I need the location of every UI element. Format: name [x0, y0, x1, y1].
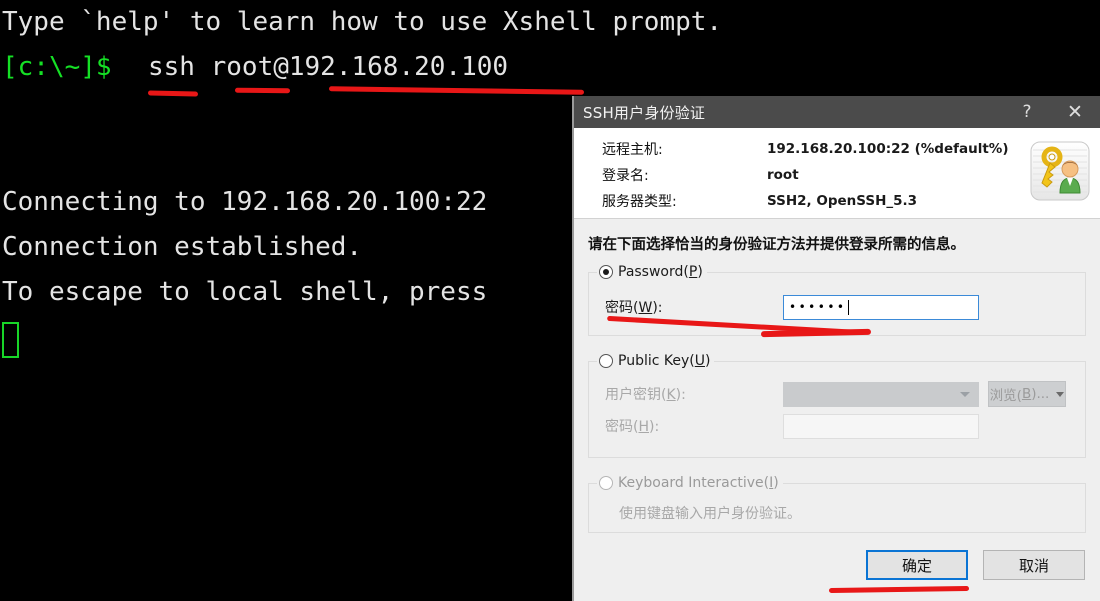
info-label-host: 远程主机:: [602, 142, 663, 158]
keyboard-interactive-description: 使用键盘输入用户身份验证。: [619, 506, 801, 522]
ssh-auth-dialog: SSH用户身份验证 ? ✕ 远程主机: 192.168.20.100:22 (%…: [573, 96, 1100, 601]
password-field-label: 密码(W):: [605, 297, 783, 317]
annotation-password-arrow-head: [760, 328, 872, 338]
keypassword-field-label: 密码(H):: [605, 416, 783, 436]
publickey-radio-label-prefix: Public Key(: [618, 353, 695, 369]
keyboard-radio-label-suffix: ): [773, 475, 779, 491]
password-label-prefix: 密码(: [605, 300, 639, 316]
dialog-button-bar: 确定 取消: [574, 534, 1100, 601]
password-groupbox: Password(P) 密码(W): ••••••: [588, 262, 1086, 338]
userkey-field-label: 用户密钥(K):: [605, 384, 783, 404]
keypassword-field-row: 密码(H):: [589, 410, 1085, 442]
password-radio[interactable]: Password(P): [597, 262, 707, 282]
annotation-underline-ssh: [147, 90, 199, 97]
publickey-radio-indicator: [599, 354, 613, 368]
info-row-host: 远程主机: 192.168.20.100:22 (%default%): [574, 136, 1100, 162]
dialog-body: 请在下面选择恰当的身份验证方法并提供登录所需的信息。 Password(P) 密…: [574, 219, 1100, 601]
publickey-groupbox: Public Key(U) 用户密钥(K): 浏览(B)... 密码(H):: [588, 351, 1086, 458]
userkey-field-row: 用户密钥(K): 浏览(B)...: [589, 378, 1085, 410]
keyboard-interactive-radio[interactable]: Keyboard Interactive(I): [597, 473, 783, 493]
password-radio-label-prefix: Password(: [618, 264, 689, 280]
info-row-servertype: 服务器类型: SSH2, OpenSSH_5.3: [574, 188, 1100, 214]
browse-label-prefix: 浏览(: [989, 388, 1022, 404]
connection-info-panel: 远程主机: 192.168.20.100:22 (%default%) 登录名:…: [574, 128, 1100, 218]
keyboard-interactive-radio-indicator: [599, 476, 613, 490]
keyboard-radio-label-prefix: Keyboard Interactive(: [618, 475, 770, 491]
help-icon[interactable]: ?: [1004, 96, 1050, 128]
terminal-prompt: [c:\~]$: [2, 52, 112, 82]
keypassword-label-suffix: ):: [649, 419, 660, 435]
dialog-titlebar[interactable]: SSH用户身份验证 ? ✕: [574, 96, 1100, 128]
browse-label-suffix: )...: [1031, 386, 1050, 402]
browse-dropdown-arrow-icon[interactable]: [1056, 391, 1065, 397]
info-value-host: 192.168.20.100:22 (%default%): [767, 141, 1009, 157]
publickey-radio[interactable]: Public Key(U): [597, 351, 715, 371]
screen: Type `help' to learn how to use Xshell p…: [0, 0, 1100, 601]
dialog-title: SSH用户身份验证: [583, 103, 706, 122]
terminal-line-connecting: Connecting to 192.168.20.100:22: [2, 187, 488, 217]
terminal-line-help: Type `help' to learn how to use Xshell p…: [2, 7, 723, 37]
chevron-down-icon: [960, 391, 970, 397]
publickey-radio-accesskey: U: [694, 353, 705, 369]
info-row-username: 登录名: root: [574, 162, 1100, 188]
terminal-cursor: [2, 322, 19, 358]
key-user-icon: [1030, 141, 1090, 201]
password-radio-accesskey: P: [688, 264, 698, 280]
password-masked-value: ••••••: [789, 300, 847, 314]
browse-accesskey: B: [1021, 386, 1032, 402]
userkey-label-accesskey: K: [666, 387, 676, 403]
cancel-button[interactable]: 取消: [983, 550, 1085, 580]
ok-button[interactable]: 确定: [866, 550, 968, 580]
terminal-line-escape: To escape to local shell, press: [2, 277, 488, 307]
terminal-command: ssh root@192.168.20.100: [148, 52, 509, 82]
auth-prompt-text: 请在下面选择恰当的身份验证方法并提供登录所需的信息。: [588, 237, 965, 253]
keypassword-input[interactable]: [783, 413, 979, 439]
info-label-servertype: 服务器类型:: [602, 194, 677, 210]
password-radio-label-suffix: ): [697, 264, 703, 280]
browse-button[interactable]: 浏览(B)...: [988, 381, 1066, 407]
close-icon[interactable]: ✕: [1050, 96, 1100, 128]
terminal-line-established: Connection established.: [2, 232, 363, 262]
userkey-label-suffix: ):: [675, 387, 686, 403]
password-label-suffix: ):: [652, 300, 663, 316]
info-label-username: 登录名:: [602, 168, 649, 184]
userkey-label-prefix: 用户密钥(: [605, 387, 667, 403]
text-caret: [848, 299, 850, 315]
password-input[interactable]: ••••••: [783, 294, 979, 320]
keypassword-label-prefix: 密码(: [605, 419, 639, 435]
annotation-underline-ok: [828, 586, 970, 593]
publickey-radio-label-suffix: ): [704, 353, 711, 369]
keypassword-label-accesskey: H: [638, 419, 649, 435]
info-value-servertype: SSH2, OpenSSH_5.3: [767, 193, 918, 209]
keyboard-interactive-groupbox: Keyboard Interactive(I) 使用键盘输入用户身份验证。: [588, 473, 1086, 533]
annotation-underline-user: [234, 87, 291, 94]
info-value-username: root: [767, 167, 799, 183]
password-label-accesskey: W: [638, 300, 653, 316]
annotation-underline-host: [328, 86, 585, 95]
userkey-combobox[interactable]: [783, 381, 979, 407]
password-radio-indicator: [599, 265, 613, 279]
